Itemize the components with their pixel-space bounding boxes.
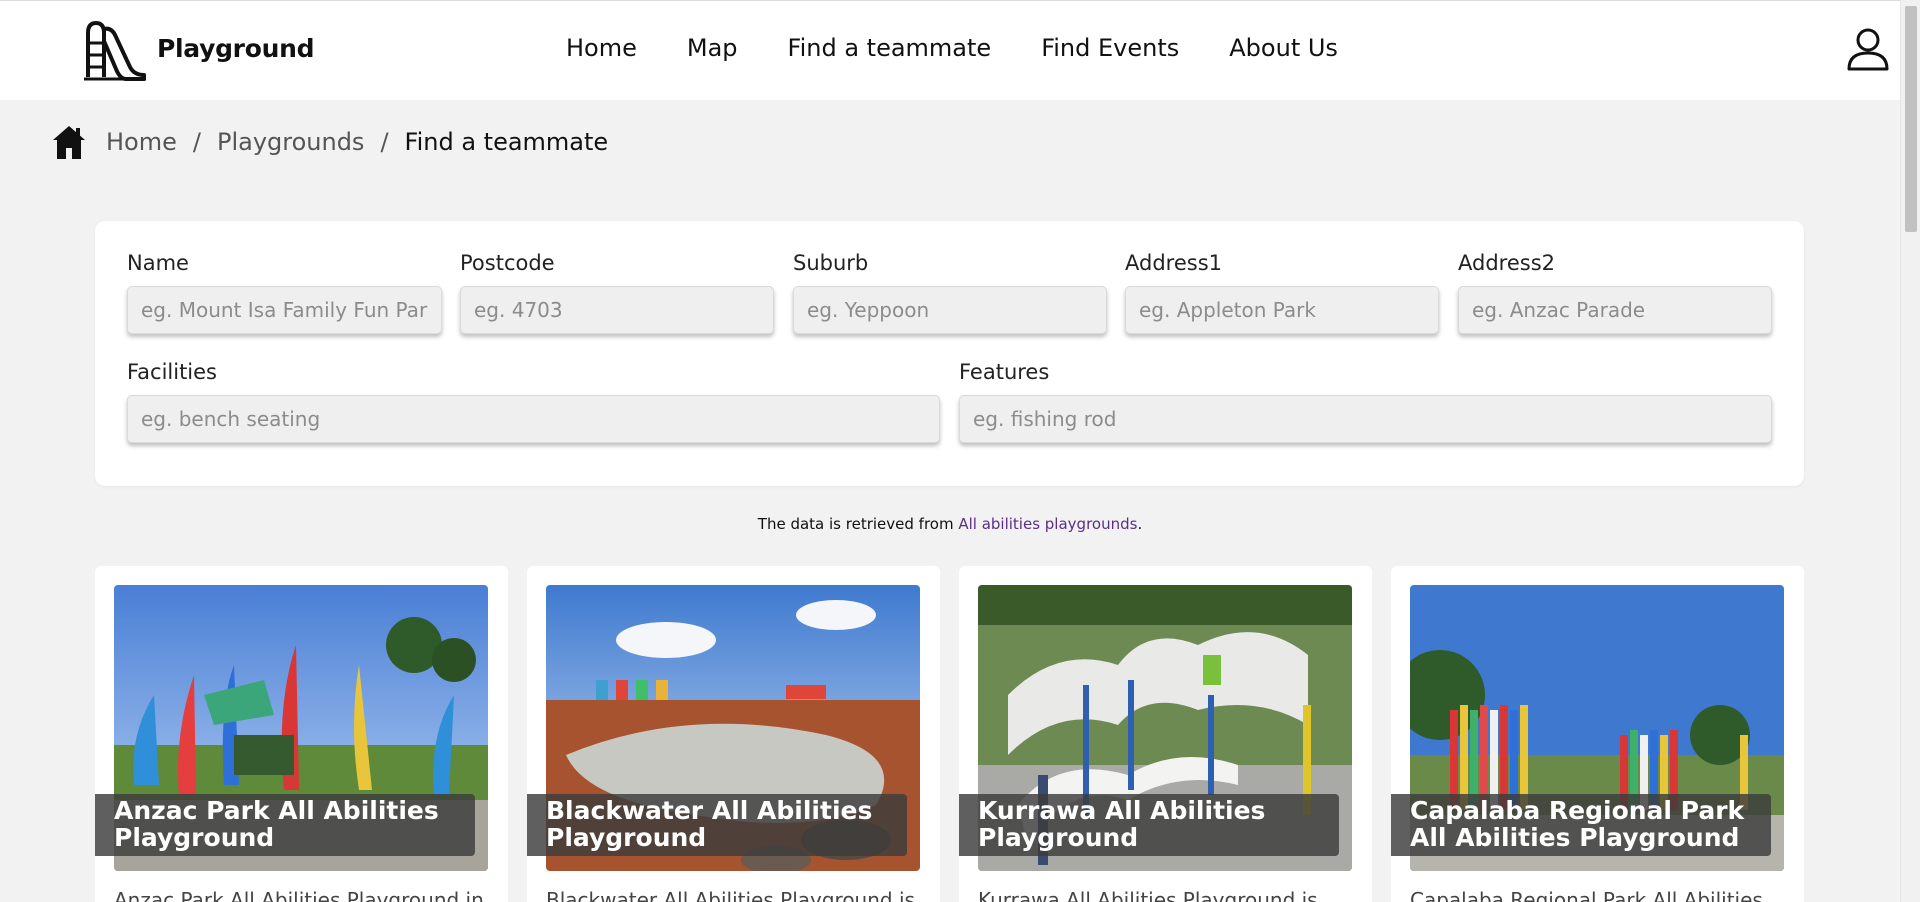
playground-title[interactable]: Kurrawa All Abilities Playground [959,794,1339,856]
breadcrumb-playgrounds[interactable]: Playgrounds [217,128,364,156]
brand-name[interactable]: Playground [157,34,314,63]
playground-description: Kurrawa All Abilities Playground is [978,888,1318,902]
main-nav: Home Map Find a teammate Find Events Abo… [566,34,1388,62]
breadcrumb-home[interactable]: Home [106,128,177,156]
facilities-input[interactable] [127,395,940,443]
playground-description: Capalaba Regional Park All Abilities [1410,888,1763,902]
playground-card[interactable]: Blackwater All Abilities Playground Blac… [527,566,940,902]
breadcrumb-current-page: Find a teammate [404,128,609,156]
features-label: Features [959,360,1050,384]
playground-card[interactable]: Anzac Park All Abilities Playground Anza… [95,566,508,902]
home-icon[interactable] [52,124,86,160]
name-label: Name [127,251,189,275]
nav-about-us[interactable]: About Us [1229,34,1338,62]
playground-title[interactable]: Anzac Park All Abilities Playground [95,794,475,856]
nav-home[interactable]: Home [566,34,637,62]
top-navigation-bar: Playground Home Map Find a teammate Find… [0,0,1900,100]
address1-label: Address1 [1125,251,1222,275]
data-source-note: The data is retrieved from All abilities… [0,515,1900,533]
breadcrumb-separator: / [380,128,389,156]
suburb-input[interactable] [793,286,1107,334]
note-prefix: The data is retrieved from [757,515,959,533]
postcode-label: Postcode [460,251,555,275]
nav-find-events[interactable]: Find Events [1041,34,1179,62]
features-input[interactable] [959,395,1772,443]
nav-map[interactable]: Map [687,34,738,62]
facilities-label: Facilities [127,360,217,384]
playground-title[interactable]: Capalaba Regional Park All Abilities Pla… [1391,794,1771,856]
playground-title[interactable]: Blackwater All Abilities Playground [527,794,907,856]
search-filter-card: Name Postcode Suburb Address1 Address2 F… [95,221,1804,486]
slide-logo-icon[interactable] [82,19,148,81]
postcode-input[interactable] [460,286,774,334]
address2-input[interactable] [1458,286,1772,334]
breadcrumb: Home / Playgrounds / Find a teammate [52,124,608,160]
playground-card[interactable]: Capalaba Regional Park All Abilities Pla… [1391,566,1804,902]
name-input[interactable] [127,286,442,334]
address2-label: Address2 [1458,251,1555,275]
playground-card[interactable]: Kurrawa All Abilities Playground Kurrawa… [959,566,1372,902]
address1-input[interactable] [1125,286,1439,334]
page-scrollbar[interactable] [1900,0,1920,902]
playground-description: Anzac Park All Abilities Playground in [114,888,484,902]
scrollbar-thumb[interactable] [1905,6,1917,232]
note-suffix: . [1137,515,1143,533]
nav-find-a-teammate[interactable]: Find a teammate [788,34,992,62]
suburb-label: Suburb [793,251,869,275]
user-account-icon[interactable] [1846,27,1890,71]
playground-description: Blackwater All Abilities Playground is [546,888,915,902]
data-source-link[interactable]: All abilities playgrounds [958,515,1137,533]
breadcrumb-separator: / [192,128,201,156]
